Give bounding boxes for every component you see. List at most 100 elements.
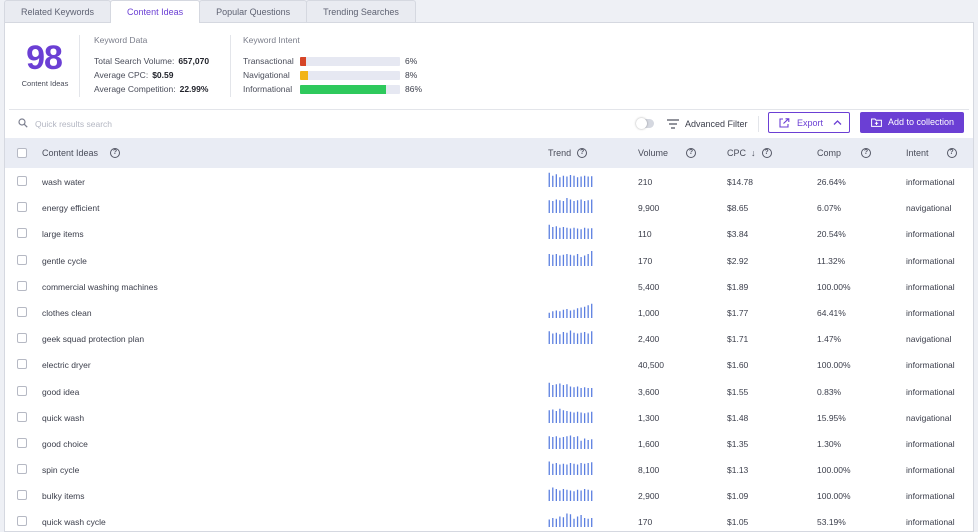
- filter-icon[interactable]: [667, 119, 679, 129]
- tab-bar: Related Keywords Content Ideas Popular Q…: [4, 0, 416, 23]
- row-checkbox[interactable]: [17, 490, 27, 501]
- cpc-cell: $3.84: [727, 229, 749, 240]
- column-header-intent[interactable]: Intent ?: [906, 148, 957, 158]
- toolbar: Advanced Filter Export Add to collection: [5, 110, 973, 138]
- trend-bar: [548, 519, 550, 528]
- trend-bar: [559, 177, 561, 187]
- trend-bar: [573, 491, 575, 502]
- keyword-cell[interactable]: quick wash: [42, 413, 84, 423]
- comp-cell: 100.00%: [817, 465, 851, 476]
- add-to-collection-button[interactable]: Add to collection: [860, 112, 964, 133]
- trend-bar: [580, 412, 582, 423]
- table-row[interactable]: good choice 1,600 $1.35 1.30% informational: [5, 430, 973, 456]
- row-checkbox[interactable]: [17, 516, 27, 527]
- keyword-cell[interactable]: quick wash cycle: [42, 517, 106, 527]
- row-checkbox[interactable]: [17, 385, 27, 396]
- trend-bar: [562, 436, 565, 449]
- column-header-trend[interactable]: Trend ?: [548, 148, 588, 158]
- sort-descending-icon[interactable]: ↓: [751, 148, 756, 158]
- trend-bar: [555, 310, 557, 318]
- intent-cell: navigational: [906, 412, 952, 423]
- trend-bar: [576, 200, 579, 214]
- trend-bar: [580, 440, 582, 449]
- intent-cell: informational: [906, 255, 955, 266]
- trend-bar: [566, 490, 568, 502]
- column-header-comp[interactable]: Comp ?: [817, 148, 872, 158]
- tab-popular-questions[interactable]: Popular Questions: [199, 0, 308, 22]
- keyword-cell[interactable]: bulky items: [42, 491, 85, 501]
- trend-bar: [552, 311, 554, 318]
- row-checkbox[interactable]: [17, 176, 27, 186]
- comp-cell: 100.00%: [817, 360, 851, 371]
- table-row[interactable]: gentle cycle 170 $2.92 11.32% informational: [5, 247, 973, 273]
- intent-cell: informational: [906, 517, 955, 528]
- keyword-cell[interactable]: large items: [42, 229, 84, 239]
- table-row[interactable]: spin cycle 8,100 $1.13 100.00% informational: [5, 456, 973, 482]
- export-button[interactable]: Export: [768, 112, 850, 133]
- row-checkbox[interactable]: [17, 228, 27, 239]
- keyword-cell[interactable]: gentle cycle: [42, 256, 87, 266]
- row-checkbox[interactable]: [17, 464, 27, 475]
- help-icon[interactable]: ?: [686, 148, 697, 158]
- keyword-cell[interactable]: energy efficient: [42, 203, 100, 213]
- table-row[interactable]: large items 110 $3.84 20.54% informational: [5, 220, 973, 246]
- trend-bar: [566, 308, 568, 318]
- table-row[interactable]: good idea 3,600 $1.55 0.83% informational: [5, 378, 973, 404]
- row-checkbox[interactable]: [17, 411, 27, 422]
- trend-bar: [548, 331, 550, 345]
- tab-related-keywords[interactable]: Related Keywords: [4, 0, 112, 22]
- trend-sparkline: [548, 513, 593, 528]
- table-row[interactable]: commercial washing machines 5,400 $1.89 100…: [5, 273, 973, 299]
- row-checkbox[interactable]: [17, 359, 27, 370]
- trend-bar: [562, 384, 565, 397]
- help-icon[interactable]: ?: [761, 148, 772, 158]
- column-header-keyword[interactable]: Content Ideas ?: [42, 148, 121, 158]
- help-icon[interactable]: ?: [577, 148, 588, 158]
- volume-cell: 210: [638, 177, 653, 187]
- table-row[interactable]: geek squad protection plan 2,400 $1.71 1.47…: [5, 325, 973, 351]
- table-row[interactable]: bulky items 2,900 $1.09 100.00% informationa…: [5, 482, 973, 508]
- quick-search-input[interactable]: [35, 116, 335, 132]
- volume-cell: 5,400: [638, 281, 660, 292]
- filter-toggle[interactable]: [636, 118, 654, 129]
- keyword-cell[interactable]: wash water: [42, 177, 85, 187]
- trend-bar: [580, 307, 582, 318]
- table-row[interactable]: quick wash cycle 170 $1.05 53.19% informatio…: [5, 508, 973, 532]
- keyword-cell[interactable]: commercial washing machines: [42, 282, 158, 292]
- select-all-checkbox[interactable]: [17, 148, 27, 158]
- content-panel: 98 Content Ideas Keyword Data Total Sear…: [4, 22, 974, 532]
- table-row[interactable]: electric dryer 40,500 $1.60 100.00% informat…: [5, 351, 973, 377]
- advanced-filter-button[interactable]: Advanced Filter: [685, 119, 748, 129]
- cpc-cell: $2.92: [727, 255, 749, 266]
- cpc-cell: $1.09: [727, 491, 749, 502]
- table-row[interactable]: wash water 210 $14.78 26.64% informational: [5, 168, 973, 194]
- help-icon[interactable]: ?: [946, 148, 957, 158]
- trend-bar: [587, 490, 589, 502]
- row-checkbox[interactable]: [17, 254, 27, 265]
- keyword-cell[interactable]: clothes clean: [42, 308, 92, 318]
- keyword-cell[interactable]: electric dryer: [42, 360, 91, 370]
- table-row[interactable]: clothes clean 1,000 $1.77 64.41% information…: [5, 299, 973, 325]
- trend-bar: [569, 463, 572, 476]
- keyword-cell[interactable]: geek squad protection plan: [42, 334, 144, 344]
- table-row[interactable]: energy efficient 9,900 $8.65 6.07% navigatio…: [5, 194, 973, 220]
- help-icon[interactable]: ?: [861, 148, 872, 158]
- trend-bar: [569, 435, 572, 449]
- row-checkbox[interactable]: [17, 280, 27, 291]
- keyword-cell[interactable]: spin cycle: [42, 465, 79, 475]
- row-checkbox[interactable]: [17, 306, 27, 317]
- trend-bar: [583, 332, 586, 345]
- row-checkbox[interactable]: [17, 437, 27, 448]
- table-row[interactable]: quick wash 1,300 $1.48 15.95% navigational: [5, 404, 973, 430]
- tab-content-ideas[interactable]: Content Ideas: [110, 0, 201, 23]
- column-header-volume[interactable]: Volume ?: [638, 148, 697, 158]
- trend-bar: [591, 331, 593, 345]
- row-checkbox[interactable]: [17, 333, 27, 344]
- tab-trending-searches[interactable]: Trending Searches: [306, 0, 416, 22]
- row-checkbox[interactable]: [17, 202, 27, 213]
- trend-bar: [559, 311, 561, 318]
- keyword-cell[interactable]: good choice: [42, 439, 88, 449]
- column-header-cpc[interactable]: CPC ↓ ?: [727, 148, 772, 158]
- keyword-cell[interactable]: good idea: [42, 387, 79, 397]
- help-icon[interactable]: ?: [110, 148, 121, 158]
